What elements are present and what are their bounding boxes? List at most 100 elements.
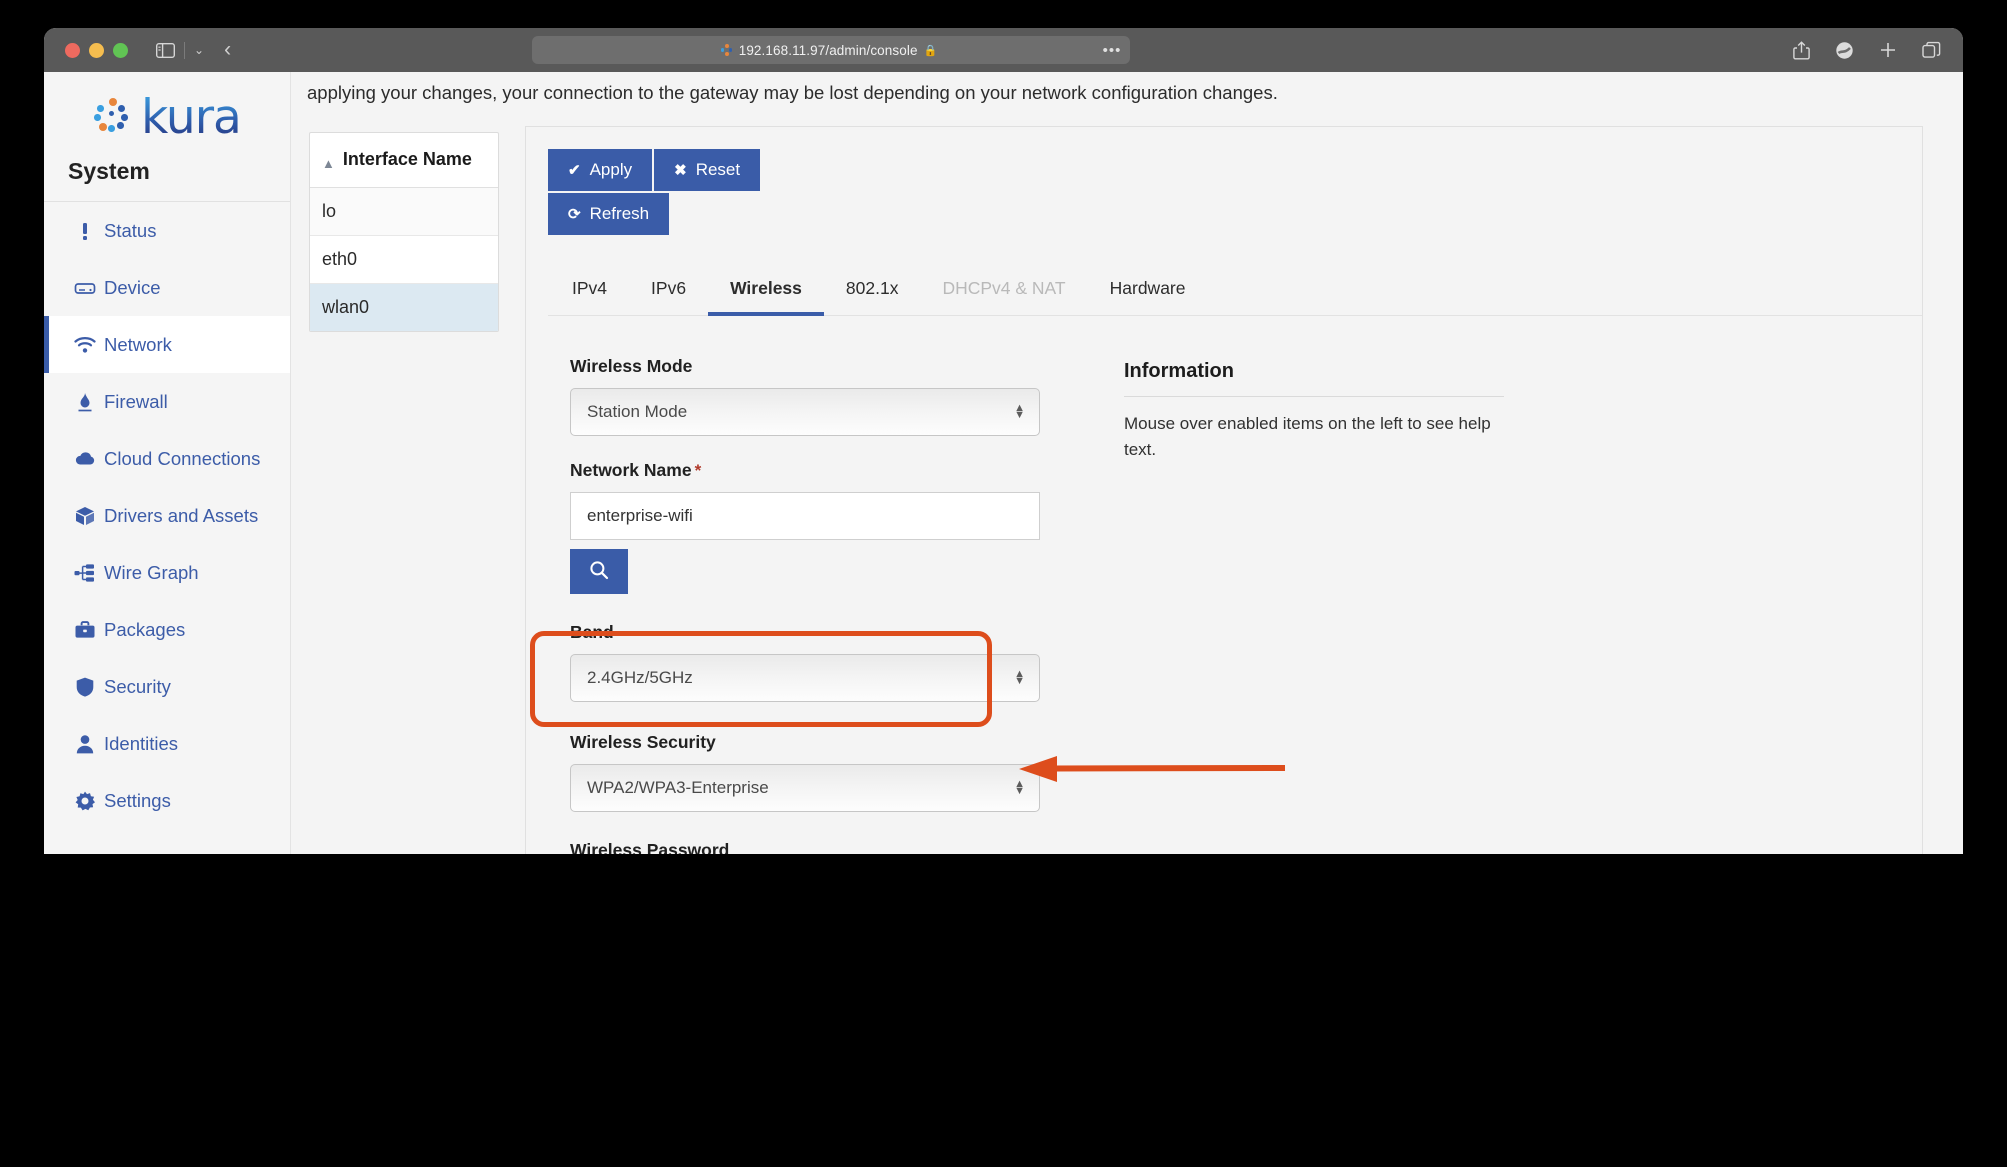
interface-row-lo[interactable]: lo xyxy=(310,187,498,236)
sidebar-item-status[interactable]: Status xyxy=(44,202,290,259)
sitemap-icon xyxy=(74,562,104,584)
apply-button[interactable]: ✔ Apply xyxy=(548,149,653,191)
wireless-mode-value: Station Mode xyxy=(587,402,688,421)
tab-wireless[interactable]: Wireless xyxy=(708,268,824,316)
new-tab-icon[interactable] xyxy=(1879,41,1897,59)
search-icon xyxy=(589,560,609,583)
maximize-window-button[interactable] xyxy=(113,42,128,58)
sidebar-section-title: System xyxy=(44,144,290,202)
wifi-icon xyxy=(74,334,104,356)
wireless-security-select[interactable]: WPA2/WPA3-Enterprise ▲ ▼ xyxy=(570,764,1040,812)
chevron-down-icon[interactable]: ⌄ xyxy=(194,43,204,57)
back-button[interactable]: ‹ xyxy=(224,38,231,62)
sidebar-item-label: Identities xyxy=(104,732,179,754)
shield-icon xyxy=(74,676,104,698)
select-stepper-icon: ▲ ▼ xyxy=(1014,668,1025,687)
stepper-down-icon: ▼ xyxy=(1014,409,1025,421)
wireless-mode-field: Wireless Mode Station Mode ▲ ▼ xyxy=(570,356,1040,436)
sidebar-item-label: Packages xyxy=(104,618,186,640)
sidebar-item-firewall[interactable]: Firewall xyxy=(44,373,290,430)
window-controls[interactable] xyxy=(65,42,128,58)
ellipsis-icon: ••• xyxy=(1102,41,1122,59)
wireless-mode-select[interactable]: Station Mode ▲ ▼ xyxy=(570,388,1040,436)
refresh-icon: ⟳ xyxy=(568,206,581,223)
wireless-password-field: Wireless Password xyxy=(570,840,1040,854)
wireless-password-label: Wireless Password xyxy=(570,840,730,854)
sidebar-item-drivers-and-assets[interactable]: Drivers and Assets xyxy=(44,487,290,544)
sort-ascending-icon[interactable]: ▲ xyxy=(322,155,335,173)
interface-list-panel: ▲ Interface Name lo eth0 wlan0 xyxy=(291,110,511,854)
wireless-security-value: WPA2/WPA3-Enterprise xyxy=(587,778,769,797)
band-value: 2.4GHz/5GHz xyxy=(587,668,693,687)
tab-ipv4[interactable]: IPv4 xyxy=(550,268,629,315)
network-name-input[interactable] xyxy=(570,492,1040,540)
information-title: Information xyxy=(1124,360,1504,397)
extension-icon[interactable] xyxy=(1835,41,1854,60)
minimize-window-button[interactable] xyxy=(89,42,104,58)
close-window-button[interactable] xyxy=(65,42,80,58)
kura-dots-icon xyxy=(93,96,135,138)
page-settings-button[interactable]: ••• xyxy=(1094,36,1130,64)
required-asterisk: * xyxy=(694,461,702,480)
select-stepper-icon: ▲ ▼ xyxy=(1014,402,1025,421)
user-icon xyxy=(74,733,104,755)
sidebar-toggle-icon[interactable] xyxy=(156,42,175,58)
app-sidebar: kura System Status Device Network Firewall C… xyxy=(44,72,291,854)
stepper-down-icon: ▼ xyxy=(1014,675,1025,687)
cube-icon xyxy=(74,505,104,527)
information-body: Mouse over enabled items on the left to … xyxy=(1124,414,1491,460)
gear-icon xyxy=(74,790,104,812)
band-label: Band xyxy=(570,622,614,642)
exclamation-icon xyxy=(74,220,104,242)
wireless-mode-label: Wireless Mode xyxy=(570,356,693,376)
browser-titlebar: ⌄ ‹ 192.168.11.97/admin/console 🔒 ••• xyxy=(44,28,1963,72)
tab-ipv6[interactable]: IPv6 xyxy=(629,268,708,315)
kura-logo: kura xyxy=(44,90,290,144)
reset-button[interactable]: ✖ Reset xyxy=(654,149,761,191)
wireless-security-label: Wireless Security xyxy=(570,732,716,752)
sidebar-item-settings[interactable]: Settings xyxy=(44,772,290,829)
sidebar-item-security[interactable]: Security xyxy=(44,658,290,715)
server-icon xyxy=(74,277,104,299)
sidebar-item-identities[interactable]: Identities xyxy=(44,715,290,772)
interface-table-header[interactable]: ▲ Interface Name xyxy=(310,133,498,188)
sidebar-item-label: Security xyxy=(104,675,171,697)
page-content: applying your changes, your connection t… xyxy=(291,72,1963,854)
scan-networks-button[interactable] xyxy=(570,549,628,594)
band-select[interactable]: 2.4GHz/5GHz ▲ ▼ xyxy=(570,654,1040,702)
network-config-card: ✔ Apply ✖ Reset ⟳ Refresh IPv4 IPv6 Wirele… xyxy=(525,126,1923,854)
tab-hardware[interactable]: Hardware xyxy=(1088,268,1208,315)
sidebar-item-label: Drivers and Assets xyxy=(104,504,259,526)
brand-area: kura System xyxy=(44,72,290,202)
select-stepper-icon: ▲ ▼ xyxy=(1014,778,1025,797)
sidebar-item-packages[interactable]: Packages xyxy=(44,601,290,658)
refresh-button[interactable]: ⟳ Refresh xyxy=(548,193,670,235)
reset-button-label: Reset xyxy=(695,160,741,179)
sidebar-item-label: Status xyxy=(104,219,157,241)
close-icon: ✖ xyxy=(674,162,687,179)
sidebar-item-label: Settings xyxy=(104,789,171,811)
warning-banner: applying your changes, your connection t… xyxy=(291,72,1963,104)
toolbar-divider xyxy=(184,41,185,59)
apply-button-label: Apply xyxy=(589,160,633,179)
interface-row-wlan0[interactable]: wlan0 xyxy=(310,283,498,331)
sidebar-item-label: Network xyxy=(104,333,172,355)
share-icon[interactable] xyxy=(1793,40,1810,60)
url-text: 192.168.11.97/admin/console xyxy=(738,42,918,58)
tab-802-1x[interactable]: 802.1x xyxy=(824,268,921,315)
band-field: Band 2.4GHz/5GHz ▲ ▼ xyxy=(570,622,1040,702)
site-favicon-icon xyxy=(720,44,733,56)
browser-window: ⌄ ‹ 192.168.11.97/admin/console 🔒 ••• ku… xyxy=(44,28,1963,854)
address-bar[interactable]: 192.168.11.97/admin/console 🔒 xyxy=(532,36,1126,64)
interface-table: ▲ Interface Name lo eth0 wlan0 xyxy=(309,132,499,332)
sidebar-item-cloud-connections[interactable]: Cloud Connections xyxy=(44,430,290,487)
interface-row-eth0[interactable]: eth0 xyxy=(310,236,498,284)
sidebar-item-label: Wire Graph xyxy=(104,561,199,583)
sidebar-item-device[interactable]: Device xyxy=(44,259,290,316)
stepper-down-icon: ▼ xyxy=(1014,785,1025,797)
sidebar-item-label: Firewall xyxy=(104,390,168,412)
sidebar-item-wire-graph[interactable]: Wire Graph xyxy=(44,544,290,601)
kura-wordmark: kura xyxy=(141,89,242,145)
sidebar-item-network[interactable]: Network xyxy=(44,316,290,373)
tab-overview-icon[interactable] xyxy=(1922,41,1941,60)
